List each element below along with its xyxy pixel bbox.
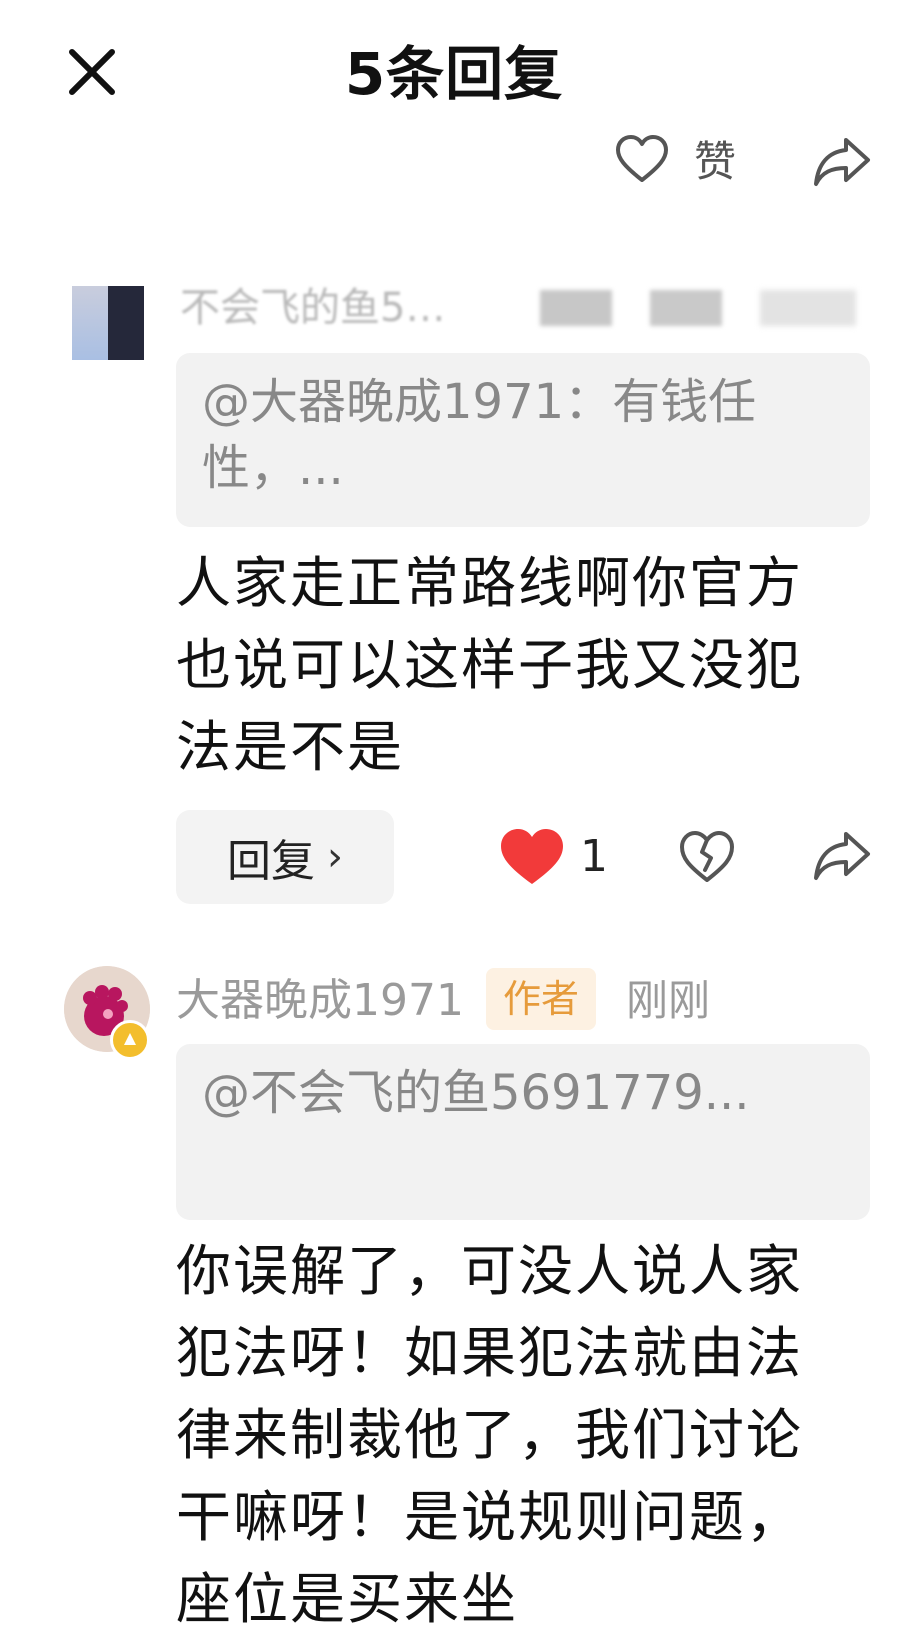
comment-body: 你误解了，可没人说人家犯法呀！如果犯法就由法律来制裁他了，我们讨论干嘛呀！是说规…	[176, 1239, 804, 1631]
broken-heart-icon	[680, 831, 734, 882]
comment-username[interactable]: 大器晚成1971	[176, 972, 464, 1030]
blurred-meta	[650, 290, 722, 326]
comment-body: 人家走正常路线啊你官方也说可以这样子我又没犯法是不是	[176, 551, 804, 779]
reply-label: 回复	[227, 836, 315, 887]
reply-button[interactable]: 回复 ›	[176, 810, 394, 904]
share-button[interactable]	[812, 134, 872, 190]
share-arrow-icon	[814, 832, 870, 880]
verified-badge-icon	[110, 1020, 150, 1060]
blurred-meta	[540, 290, 612, 326]
avatar[interactable]	[72, 286, 144, 360]
comment-time: 刚刚	[626, 976, 711, 1025]
quoted-comment[interactable]: @不会飞的鱼5691779...	[176, 1044, 870, 1220]
quoted-comment[interactable]: @大器晚成1971：有钱任性，...	[176, 353, 870, 527]
like-button[interactable]	[614, 132, 670, 188]
comment-username[interactable]: 不会飞的鱼5…	[180, 283, 445, 333]
like-count: 1	[580, 831, 608, 882]
liked-heart-button[interactable]	[498, 826, 566, 888]
like-label[interactable]: 赞	[694, 134, 736, 190]
blurred-meta	[760, 290, 856, 326]
share-arrow-icon	[814, 138, 870, 186]
chevron-right-icon: ›	[327, 834, 343, 880]
page-title: 5条回复	[344, 40, 564, 108]
comment-share-button[interactable]	[812, 828, 872, 884]
dislike-button[interactable]	[678, 828, 736, 886]
heart-filled-icon	[501, 829, 563, 884]
heart-outline-icon	[616, 135, 668, 182]
author-badge: 作者	[486, 968, 596, 1030]
